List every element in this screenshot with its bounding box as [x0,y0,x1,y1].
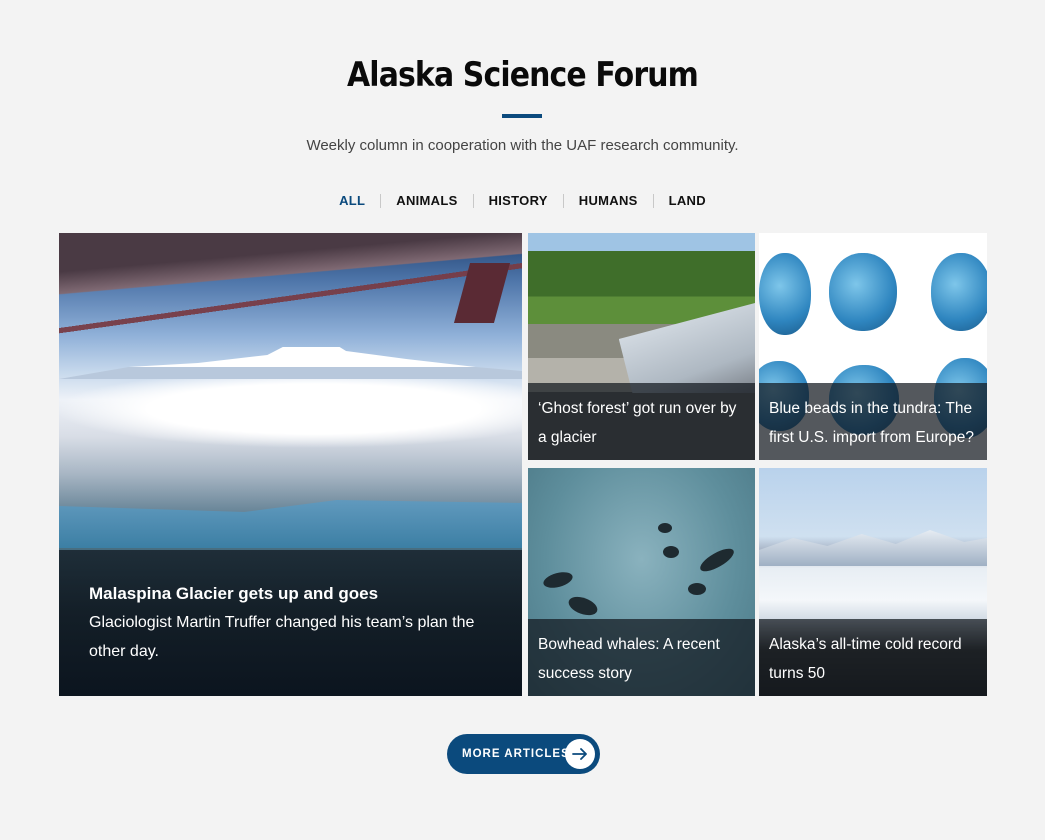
article-caption: ‘Ghost forest’ got run over by a glacier [528,383,755,460]
article-card-ghost-forest[interactable]: ‘Ghost forest’ got run over by a glacier [528,233,755,460]
filter-humans[interactable]: HUMANS [564,193,653,209]
more-articles-button[interactable]: MORE ARTICLES [447,734,600,774]
article-caption: Alaska’s all-time cold record turns 50 [759,619,987,696]
arrow-right-icon [565,739,595,769]
article-title: Alaska’s all-time cold record turns 50 [769,636,962,682]
article-title: Bowhead whales: A recent success story [538,636,720,682]
page-title: Alaska Science Forum [347,55,699,95]
more-articles-label: MORE ARTICLES [462,748,570,760]
filter-animals[interactable]: ANIMALS [381,193,472,209]
filter-history[interactable]: HISTORY [474,193,563,209]
article-caption: Bowhead whales: A recent success story [528,619,755,696]
article-card-cold-record[interactable]: Alaska’s all-time cold record turns 50 [759,468,987,696]
category-filter-nav: ALL ANIMALS HISTORY HUMANS LAND [0,193,1045,209]
article-title: ‘Ghost forest’ got run over by a glacier [538,400,737,446]
article-card-blue-beads[interactable]: Blue beads in the tundra: The first U.S.… [759,233,987,460]
article-title: Blue beads in the tundra: The first U.S.… [769,400,975,446]
featured-article-caption: Malaspina Glacier gets up and goes Glaci… [59,550,522,696]
filter-land[interactable]: LAND [654,193,721,209]
title-divider [502,114,542,118]
featured-article-card[interactable]: Malaspina Glacier gets up and goes Glaci… [59,233,522,696]
article-caption: Blue beads in the tundra: The first U.S.… [759,383,987,460]
featured-article-description: Glaciologist Martin Truffer changed his … [89,614,475,660]
page-subtitle: Weekly column in cooperation with the UA… [306,137,739,154]
article-card-bowhead-whales[interactable]: Bowhead whales: A recent success story [528,468,755,696]
filter-all[interactable]: ALL [324,193,380,209]
featured-article-title: Malaspina Glacier gets up and goes [89,584,379,603]
